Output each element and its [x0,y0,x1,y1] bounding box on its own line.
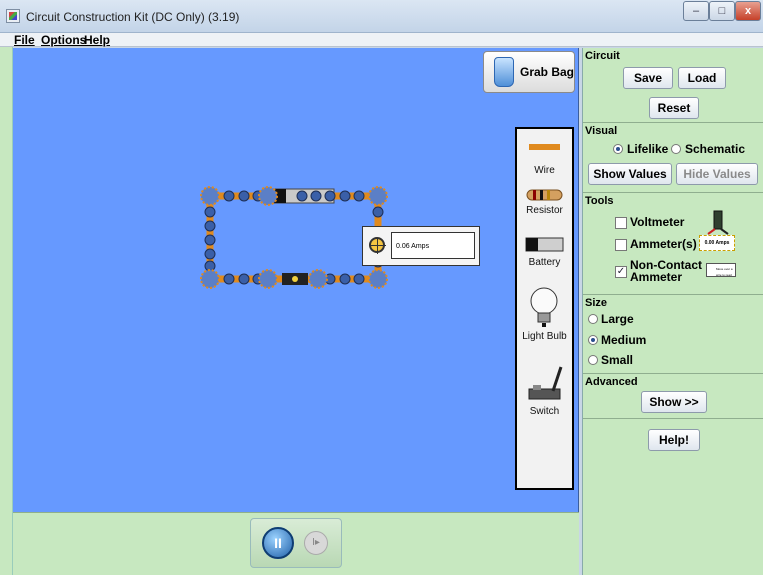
toolbox-wire-label: Wire [534,165,555,176]
lifelike-radio[interactable] [613,144,623,154]
resistor-icon [526,189,563,201]
visual-section-title: Visual [585,125,618,137]
grab-bag-label: Grab Bag [520,65,575,79]
playback-controls: II I▸ [250,518,342,568]
noncontact-checkbox[interactable]: ✓ [615,266,627,278]
voltmeter-checkbox[interactable] [615,217,627,229]
size-medium-radio[interactable] [588,335,598,345]
bottom-components [282,273,308,285]
noncontact-label-line2: Ammeter [630,270,683,284]
lifelike-label: Lifelike [627,142,669,156]
size-large-radio[interactable] [588,314,598,324]
pause-button[interactable]: II [262,527,294,559]
noncontact-thumbnail: Move over a wire to read current [706,263,736,277]
ammeters-label: Ammeter(s) [630,237,697,251]
wire-beads [204,190,384,285]
save-button[interactable]: Save [623,67,673,89]
visual-section: Visual Lifelike Schematic Show Values Hi… [583,122,763,192]
size-small-label: Small [601,353,634,367]
lightbulb-icon [530,287,558,327]
size-section: Size Large Medium Small [583,294,763,371]
help-section: Help! [583,418,763,575]
size-small-radio[interactable] [588,355,598,365]
size-section-title: Size [585,297,608,309]
toolbox-resistor[interactable]: Resistor [517,187,572,227]
toolbox-battery-label: Battery [528,257,561,268]
ammeter-thumbnail: 0.00 Amps [699,235,735,251]
show-values-button[interactable]: Show Values [588,163,672,185]
toolbox-switch[interactable]: Switch [517,363,572,419]
size-medium-label: Medium [601,333,647,347]
toolbox-switch-label: Switch [529,406,560,417]
ammeters-checkbox[interactable] [615,239,627,251]
schematic-radio[interactable] [671,144,681,154]
wire-loop [206,192,382,283]
tools-section-title: Tools [585,195,614,207]
toolbox-lightbulb-label: Light Bulb [522,331,567,342]
tools-section: Tools Voltmeter Ammeter(s) 0.00 Amps ✓ N… [583,192,763,294]
voltmeter-icon [707,210,729,235]
help-button[interactable]: Help! [648,429,700,451]
toolbox-wire[interactable]: Wire [517,141,572,185]
size-large-label: Large [601,312,634,326]
toolbox-battery[interactable]: Battery [517,235,572,275]
hide-values-button[interactable]: Hide Values [676,163,758,185]
circuit-section: Circuit Save Load Reset [583,48,763,122]
noncontact-label: Non-Contact Ammeter [630,259,702,283]
step-button[interactable]: I▸ [304,531,328,555]
crosshair-icon [369,237,386,254]
control-panel: Circuit Save Load Reset Visual Lifelike … [582,48,763,575]
toolbox-lightbulb[interactable]: Light Bulb [517,285,572,345]
reset-button[interactable]: Reset [649,97,699,119]
schematic-label: Schematic [685,142,746,156]
toolbox-resistor-label: Resistor [526,205,563,216]
voltmeter-label: Voltmeter [630,215,685,229]
bag-icon [494,57,514,87]
switch-icon [528,366,563,400]
circuit-section-title: Circuit [585,50,620,62]
show-advanced-button[interactable]: Show >> [641,391,707,413]
advanced-section: Advanced Show >> [583,373,763,418]
battery-icon [525,237,564,252]
ammeter-reading: 0.06 Amps [391,232,475,259]
load-button[interactable]: Load [678,67,726,89]
noncontact-ammeter[interactable]: 0.06 Amps [362,226,480,266]
wire-icon [529,144,560,150]
component-toolbox: Wire Resistor Battery Light Bulb Switch [515,127,574,490]
advanced-section-title: Advanced [585,376,638,388]
grab-bag-button[interactable]: Grab Bag [483,51,575,93]
